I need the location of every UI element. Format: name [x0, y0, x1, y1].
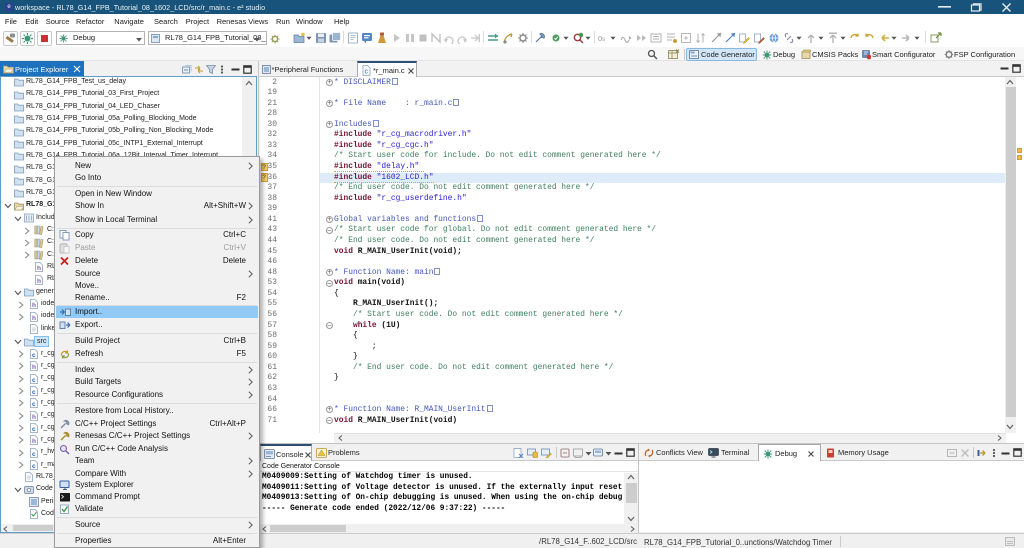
svg-text:c: c: [32, 352, 36, 359]
svg-text:c: c: [32, 401, 36, 408]
svg-text:h: h: [37, 278, 41, 285]
svg-text:c: c: [32, 451, 36, 458]
svg-text:c: c: [32, 463, 36, 470]
svg-text:c: c: [32, 426, 36, 433]
svg-text:h: h: [37, 265, 41, 272]
svg-text:c: c: [32, 389, 36, 396]
svg-text:h: h: [32, 414, 36, 421]
svg-text:h: h: [32, 438, 36, 445]
svg-text:h: h: [32, 315, 36, 322]
svg-text:c: c: [32, 377, 36, 384]
svg-text:h: h: [32, 364, 36, 371]
svg-text:h: h: [32, 302, 36, 309]
svg-text:c: c: [365, 69, 369, 76]
